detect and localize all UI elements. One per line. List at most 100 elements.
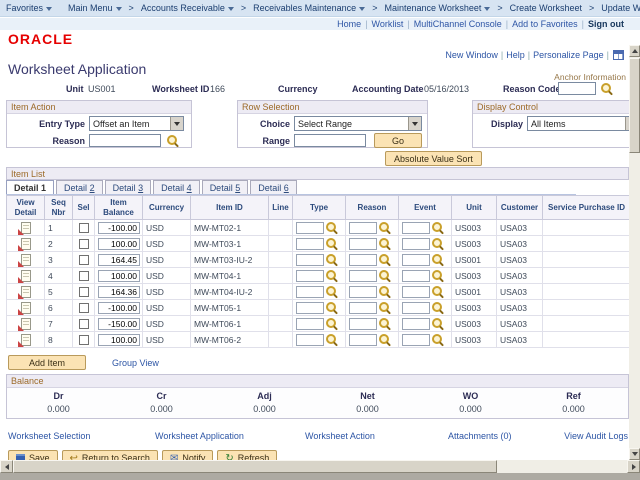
tab-detail-3[interactable]: Detail 3: [104, 180, 152, 195]
horizontal-scrollbar[interactable]: [0, 460, 640, 473]
multichannel-console-link[interactable]: MultiChannel Console: [414, 19, 502, 29]
tab-detail-4[interactable]: Detail 4: [153, 180, 200, 195]
lookup-icon[interactable]: [379, 286, 390, 297]
lookup-icon[interactable]: [167, 135, 178, 146]
combo-arrow-icon[interactable]: [408, 117, 421, 130]
event-input[interactable]: [402, 269, 430, 282]
worksheet-application-link[interactable]: Worksheet Application: [155, 431, 244, 441]
view-audit-logs-link[interactable]: View Audit Logs: [564, 431, 628, 441]
view-detail-icon[interactable]: [17, 333, 31, 347]
add-to-favorites-link[interactable]: Add to Favorites: [512, 19, 578, 29]
reason-row-input[interactable]: [349, 285, 377, 298]
reason-row-input[interactable]: [349, 221, 377, 234]
tab-detail-2[interactable]: Detail 2: [56, 180, 103, 195]
lookup-icon[interactable]: [432, 334, 443, 345]
reason-row-input[interactable]: [349, 317, 377, 330]
view-detail-icon[interactable]: [17, 317, 31, 331]
view-detail-icon[interactable]: [17, 285, 31, 299]
reason-row-input[interactable]: [349, 301, 377, 314]
type-input[interactable]: [296, 285, 324, 298]
crumb-update-worksheet[interactable]: Update Worksheet: [595, 3, 640, 13]
scroll-up-icon[interactable]: [629, 45, 640, 57]
tab-detail-1[interactable]: Detail 1: [6, 180, 55, 195]
crumb-accounts-receivable[interactable]: Accounts Receivable: [135, 3, 240, 13]
item-balance-input[interactable]: [98, 301, 140, 314]
lookup-icon[interactable]: [326, 270, 337, 281]
select-checkbox[interactable]: [78, 238, 89, 249]
select-checkbox[interactable]: [78, 286, 89, 297]
choice-select[interactable]: Select Range: [294, 116, 422, 131]
horizontal-scroll-thumb[interactable]: [13, 460, 497, 473]
item-balance-input[interactable]: [98, 269, 140, 282]
scroll-down-icon[interactable]: [629, 448, 640, 460]
lookup-icon[interactable]: [326, 318, 337, 329]
select-checkbox[interactable]: [78, 334, 89, 345]
lookup-icon[interactable]: [379, 334, 390, 345]
entry-type-select[interactable]: Offset an Item: [89, 116, 184, 131]
new-window-link[interactable]: New Window: [445, 50, 498, 60]
lookup-icon[interactable]: [432, 222, 443, 233]
lookup-icon[interactable]: [379, 270, 390, 281]
type-input[interactable]: [296, 221, 324, 234]
select-checkbox[interactable]: [78, 270, 89, 281]
reason-row-input[interactable]: [349, 333, 377, 346]
reason-row-input[interactable]: [349, 237, 377, 250]
type-input[interactable]: [296, 317, 324, 330]
reason-code-input[interactable]: [558, 82, 596, 95]
type-input[interactable]: [296, 333, 324, 346]
grid-icon[interactable]: [613, 50, 624, 60]
select-checkbox[interactable]: [78, 302, 89, 313]
lookup-icon[interactable]: [432, 270, 443, 281]
lookup-icon[interactable]: [432, 302, 443, 313]
home-link[interactable]: Home: [337, 19, 361, 29]
lookup-icon[interactable]: [326, 302, 337, 313]
lookup-icon[interactable]: [379, 238, 390, 249]
lookup-icon[interactable]: [379, 318, 390, 329]
select-checkbox[interactable]: [78, 254, 89, 265]
type-input[interactable]: [296, 237, 324, 250]
lookup-icon[interactable]: [379, 222, 390, 233]
item-balance-input[interactable]: [98, 317, 140, 330]
crumb-receivables-maintenance[interactable]: Receivables Maintenance: [247, 3, 371, 13]
type-input[interactable]: [296, 301, 324, 314]
display-select[interactable]: All Items: [527, 116, 639, 131]
vertical-scrollbar[interactable]: [629, 45, 640, 460]
reason-row-input[interactable]: [349, 253, 377, 266]
lookup-icon[interactable]: [326, 334, 337, 345]
view-detail-icon[interactable]: [17, 301, 31, 315]
lookup-icon[interactable]: [432, 318, 443, 329]
tab-detail-6[interactable]: Detail 6: [250, 180, 297, 195]
scroll-right-icon[interactable]: [627, 460, 640, 473]
lookup-icon[interactable]: [432, 286, 443, 297]
event-input[interactable]: [402, 285, 430, 298]
lookup-icon[interactable]: [326, 222, 337, 233]
sign-out-link[interactable]: Sign out: [588, 19, 624, 29]
item-balance-input[interactable]: [98, 237, 140, 250]
item-balance-input[interactable]: [98, 253, 140, 266]
scroll-left-icon[interactable]: [0, 460, 13, 473]
range-input[interactable]: [294, 134, 366, 147]
anchor-information-link[interactable]: Anchor Information: [554, 72, 626, 82]
reason-row-input[interactable]: [349, 269, 377, 282]
worksheet-action-link[interactable]: Worksheet Action: [305, 431, 375, 441]
tab-detail-5[interactable]: Detail 5: [201, 180, 249, 195]
type-input[interactable]: [296, 253, 324, 266]
event-input[interactable]: [402, 237, 430, 250]
event-input[interactable]: [402, 221, 430, 234]
group-view-link[interactable]: Group View: [112, 358, 159, 368]
type-input[interactable]: [296, 269, 324, 282]
lookup-icon[interactable]: [326, 286, 337, 297]
event-input[interactable]: [402, 253, 430, 266]
lookup-icon[interactable]: [326, 254, 337, 265]
view-detail-icon[interactable]: [17, 269, 31, 283]
reason-input[interactable]: [89, 134, 161, 147]
favorites-menu[interactable]: Favorites: [0, 3, 58, 13]
vertical-scroll-thumb[interactable]: [629, 58, 640, 153]
lookup-icon[interactable]: [432, 238, 443, 249]
lookup-icon[interactable]: [326, 238, 337, 249]
item-balance-input[interactable]: [98, 285, 140, 298]
event-input[interactable]: [402, 301, 430, 314]
view-detail-icon[interactable]: [17, 253, 31, 267]
crumb-maintenance-worksheet[interactable]: Maintenance Worksheet: [378, 3, 496, 13]
worklist-link[interactable]: Worklist: [372, 19, 404, 29]
